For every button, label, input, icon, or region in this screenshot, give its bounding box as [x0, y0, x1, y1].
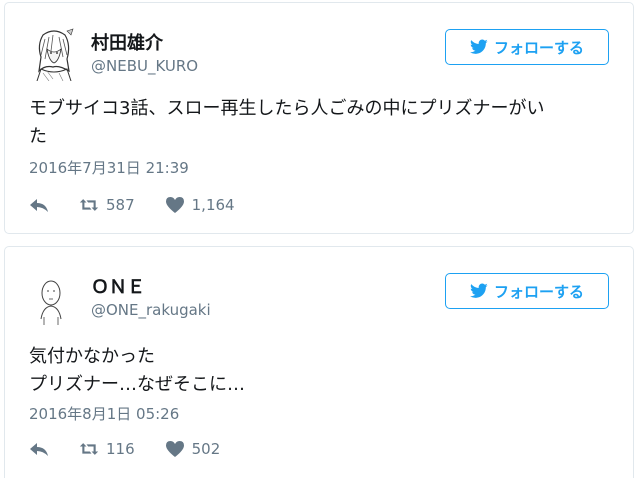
retweet-count: 116	[106, 440, 135, 458]
tweet-card: 村田雄介 @NEBU_KURO フォローする モブサイコ3話、スロー再生したら人…	[4, 2, 634, 234]
tweet-text: 気付かなかった プリズナー…なぜそこに…	[29, 346, 245, 395]
tweet-timestamp[interactable]: 2016年8月1日 05:26	[29, 403, 179, 424]
follow-button[interactable]: フォローする	[445, 29, 609, 65]
retweet-button[interactable]: 587	[79, 196, 135, 214]
user-display-name[interactable]: ＯＮＥ	[91, 273, 145, 299]
user-avatar[interactable]	[29, 269, 79, 325]
manga-avatar-icon	[36, 28, 74, 81]
reply-button[interactable]	[29, 196, 51, 214]
reply-button[interactable]	[29, 440, 51, 458]
heart-icon	[165, 197, 184, 213]
tweet-actions: 116 502	[29, 437, 220, 461]
reply-icon	[30, 443, 48, 456]
follow-label: フォローする	[493, 282, 584, 301]
user-handle[interactable]: @NEBU_KURO	[91, 57, 198, 75]
follow-button[interactable]: フォローする	[445, 273, 609, 309]
tweet-actions: 587 1,164	[29, 193, 235, 217]
tweet-card: ＯＮＥ @ONE_rakugaki フォローする 気付かなかった プリズナー…な…	[4, 246, 634, 478]
twitter-bird-icon	[469, 39, 488, 54]
tweet-timestamp[interactable]: 2016年7月31日 21:39	[29, 157, 189, 178]
twitter-bird-icon	[469, 283, 488, 298]
heart-icon	[165, 441, 184, 457]
retweet-count: 587	[106, 196, 135, 214]
like-count: 502	[191, 440, 221, 458]
retweet-button[interactable]: 116	[79, 440, 135, 458]
follow-label: フォローする	[493, 38, 584, 57]
user-avatar[interactable]	[29, 25, 79, 81]
retweet-icon	[79, 443, 99, 455]
retweet-icon	[79, 199, 99, 211]
like-button[interactable]: 502	[165, 440, 221, 458]
like-count: 1,164	[191, 196, 235, 214]
tweet-text: モブサイコ3話、スロー再生したら人ごみの中にプリズナーがい た	[29, 98, 545, 147]
user-handle[interactable]: @ONE_rakugaki	[91, 301, 211, 319]
user-display-name[interactable]: 村田雄介	[91, 29, 163, 55]
like-button[interactable]: 1,164	[165, 196, 235, 214]
reply-icon	[30, 199, 48, 212]
doodle-avatar-icon	[40, 280, 62, 325]
